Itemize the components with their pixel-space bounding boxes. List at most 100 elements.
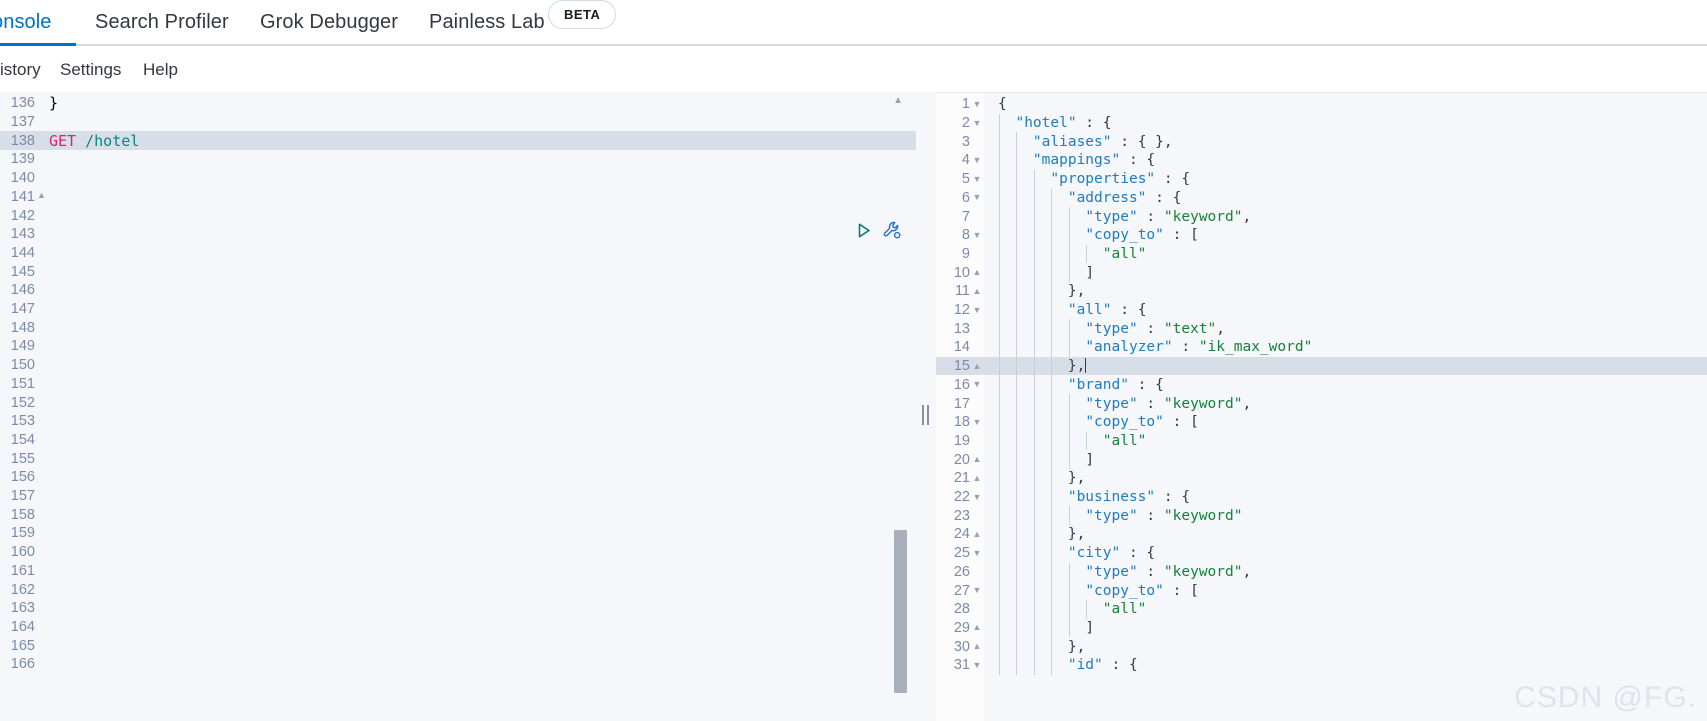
request-line[interactable]: 164 — [0, 618, 916, 637]
request-line[interactable]: 159 — [0, 524, 916, 543]
response-line[interactable]: 4 ▼ "mappings" : { — [936, 151, 1707, 170]
line-number: 152 — [10, 394, 35, 411]
response-line-text: "all" — [984, 246, 1707, 262]
chevron-down-icon[interactable]: ▼ — [970, 193, 984, 202]
request-line[interactable]: 166 — [0, 655, 916, 674]
json-string: "keyword" — [1163, 208, 1243, 225]
response-line-text: ] — [984, 265, 1707, 281]
request-line[interactable]: 158 — [0, 505, 916, 524]
request-line[interactable]: 140 — [0, 169, 916, 188]
line-number: 155 — [10, 450, 35, 467]
indent-guide — [1051, 188, 1053, 675]
chevron-up-icon[interactable]: ▲ — [970, 642, 984, 651]
chevron-up-icon[interactable]: ▲ — [970, 529, 984, 539]
chevron-down-icon[interactable]: ▼ — [970, 660, 984, 670]
chevron-down-icon[interactable]: ▼ — [970, 118, 984, 128]
tab-onsole[interactable]: onsole — [0, 0, 52, 44]
request-line[interactable]: 161 — [0, 562, 916, 581]
submenu-item-settings[interactable]: Settings — [60, 47, 121, 92]
indent-guide — [999, 113, 1000, 675]
line-number: 141 — [10, 188, 35, 205]
response-viewer-panel[interactable]: 1 ▼{2 ▼ "hotel" : {3 "aliases" : { }, 4 ▼ "m… — [936, 92, 1707, 721]
request-line[interactable]: 150 — [0, 356, 916, 375]
tab-search-profiler[interactable]: Search Profiler — [95, 0, 229, 44]
tab-grok-debugger[interactable]: Grok Debugger — [260, 0, 398, 44]
request-line[interactable]: 145 — [0, 262, 916, 281]
request-line[interactable]: 165 — [0, 636, 916, 655]
json-punctuation: : — [1172, 339, 1199, 356]
play-button[interactable] — [855, 222, 872, 239]
chevron-down-icon[interactable]: ▼ — [970, 417, 984, 427]
response-line-text: "all" — [984, 601, 1707, 617]
json-key: "type" — [1085, 507, 1138, 524]
chevron-down-icon[interactable]: ▼ — [970, 380, 984, 389]
request-line[interactable]: 146 — [0, 281, 916, 300]
line-number: 4 — [961, 152, 970, 169]
chevron-up-icon[interactable]: ▲ — [970, 473, 984, 483]
request-editor-panel[interactable]: 136} 137 138 GET /hotel 139 140 141 142 143 144 14… — [0, 92, 916, 721]
chevron-up-icon[interactable]: ▲ — [970, 268, 984, 277]
fold-arrow-icon[interactable]: ▲ — [37, 191, 46, 200]
response-line-text: }, — [984, 526, 1707, 542]
chevron-up-icon[interactable]: ▲ — [970, 455, 984, 464]
chevron-down-icon[interactable]: ▼ — [970, 230, 984, 240]
json-key: "type" — [1085, 208, 1138, 225]
json-string: "all" — [1102, 245, 1147, 262]
line-number: 7 — [961, 208, 970, 225]
request-line[interactable]: 163 — [0, 599, 916, 618]
chevron-down-icon[interactable]: ▼ — [970, 492, 984, 502]
request-line[interactable]: 160 — [0, 543, 916, 562]
http-method: GET — [49, 131, 77, 150]
request-line[interactable]: 152 — [0, 393, 916, 412]
request-line[interactable]: 162 — [0, 580, 916, 599]
json-punctuation: ] — [1085, 264, 1095, 281]
tab-painless-lab[interactable]: Painless Lab — [429, 0, 545, 44]
request-editor-scrollbar[interactable] — [894, 92, 907, 721]
chevron-down-icon[interactable]: ▼ — [970, 155, 984, 165]
chevron-down-icon[interactable]: ▼ — [970, 99, 984, 109]
response-line[interactable]: 2 ▼ "hotel" : { — [936, 114, 1707, 133]
panel-splitter[interactable] — [916, 92, 936, 721]
request-line[interactable]: 157 — [0, 487, 916, 506]
line-number: 140 — [10, 170, 35, 187]
json-punctuation: : — [1137, 208, 1164, 225]
chevron-down-icon[interactable]: ▼ — [970, 586, 984, 595]
request-line[interactable]: 139 — [0, 150, 916, 169]
watermark: CSDN @FG. — [1514, 681, 1697, 714]
response-line-text: "copy_to" : [ — [984, 583, 1707, 599]
response-line[interactable]: 3 "aliases" : { }, — [936, 132, 1707, 151]
request-line[interactable]: 149 — [0, 337, 916, 356]
request-line[interactable]: 148 — [0, 318, 916, 337]
splitter-grip-icon[interactable] — [922, 405, 930, 425]
request-line[interactable]: 144 — [0, 244, 916, 263]
request-line[interactable]: 153 — [0, 412, 916, 431]
request-line[interactable]: 137 — [0, 113, 916, 132]
request-line[interactable]: 156 — [0, 468, 916, 487]
request-line-active[interactable]: 138 GET /hotel — [0, 131, 916, 151]
chevron-up-icon[interactable]: ▲ — [970, 286, 984, 296]
chevron-down-icon[interactable]: ▼ — [970, 305, 984, 315]
request-line[interactable]: 147 — [0, 300, 916, 319]
chevron-up-icon[interactable]: ▲ — [970, 623, 984, 632]
request-line[interactable]: 155 — [0, 449, 916, 468]
submenu-item-help[interactable]: Help — [143, 47, 178, 92]
submenu-item-istory[interactable]: istory — [0, 47, 41, 92]
request-line[interactable]: 143 — [0, 225, 916, 244]
request-line[interactable]: 136} — [0, 94, 916, 113]
response-line[interactable]: 1 ▼ { — [936, 95, 1707, 114]
scrollbar-thumb[interactable] — [894, 530, 907, 693]
chevron-down-icon[interactable]: ▼ — [970, 548, 984, 558]
line-number: 143 — [10, 226, 35, 243]
request-line[interactable]: 154 — [0, 431, 916, 450]
chevron-up-icon[interactable]: ▲ — [970, 361, 984, 371]
request-line[interactable]: 141 — [0, 188, 916, 207]
response-line-text: "all" — [984, 433, 1707, 449]
request-line[interactable]: 151 — [0, 375, 916, 394]
chevron-down-icon[interactable]: ▼ — [970, 174, 984, 184]
response-line[interactable]: 5 ▼ "properties" : { — [936, 170, 1707, 189]
request-line[interactable]: 142 — [0, 206, 916, 225]
